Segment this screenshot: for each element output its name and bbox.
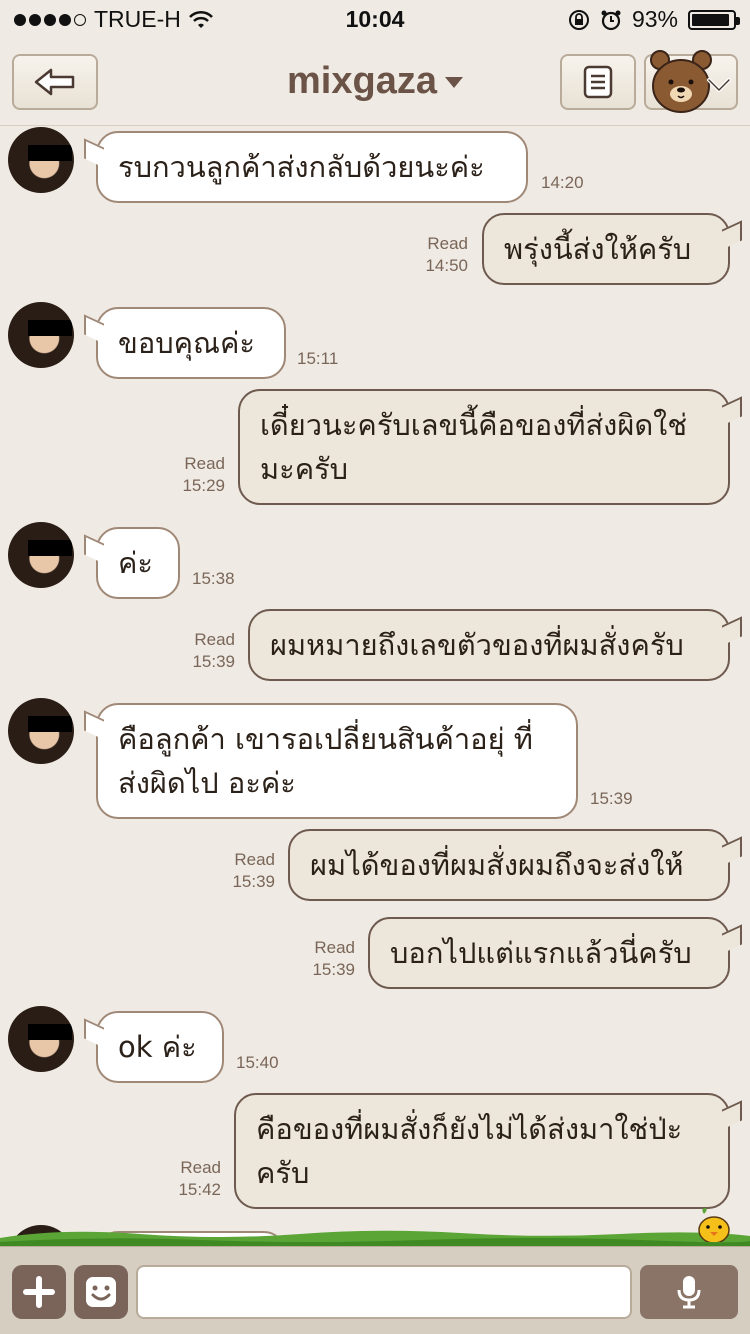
rotation-lock-icon: [568, 9, 589, 30]
read-receipt: Read: [184, 454, 225, 473]
incoming-message-bubble[interactable]: คือลูกค้า เขารอเปลี่ยนสินค้าอยุ่ ที่ส่งผ…: [84, 703, 578, 819]
battery-icon: [688, 9, 740, 30]
message-list[interactable]: รบกวนลูกค้าส่งกลับด้วยนะค่ะ 14:20 Read 1…: [0, 127, 750, 1245]
status-bar: TRUE-H 10:04 93%: [0, 0, 750, 40]
plus-icon: [23, 1276, 55, 1308]
read-receipt: Read: [194, 630, 235, 649]
menu-list-icon: [583, 65, 613, 99]
message-text: พรุ่งนี้ส่งให้ครับ: [504, 232, 692, 266]
message-time: 15:39: [232, 872, 275, 891]
battery-fill: [692, 13, 730, 26]
chevron-down-icon: [707, 78, 731, 92]
message-text: บอกไปแต่แรกแล้วนี่ครับ: [390, 936, 692, 970]
message-time: 15:42: [178, 1180, 221, 1199]
contact-avatar[interactable]: [8, 522, 74, 588]
contact-avatar[interactable]: [8, 698, 74, 764]
chevron-down-icon: [444, 77, 463, 89]
contact-avatar[interactable]: [8, 127, 74, 193]
message-text: ผมหมายถึงเลขตัวของที่ผมสั่งครับ: [270, 628, 684, 662]
message-time: 14:50: [425, 256, 468, 275]
message-time: 15:39: [312, 960, 355, 979]
chat-title-text: mixgaza: [287, 60, 437, 102]
smiley-icon: [86, 1277, 116, 1307]
voice-button[interactable]: [640, 1265, 738, 1319]
message-time: 15:11: [297, 349, 339, 368]
message-time: 15:39: [192, 652, 235, 671]
sally-chick-icon: [698, 1208, 730, 1242]
chat-title[interactable]: mixgaza: [0, 60, 750, 103]
message-input[interactable]: [136, 1265, 632, 1319]
outgoing-message-bubble[interactable]: บอกไปแต่แรกแล้วนี่ครับ: [368, 917, 742, 989]
message-text: ค่ะ: [118, 546, 153, 580]
message-text: ผมได้ของที่ผมสั่งผมถึงจะส่งให้: [310, 848, 684, 882]
message-text: รบกวนลูกค้าส่งกลับด้วยนะค่ะ: [118, 150, 485, 184]
contact-avatar[interactable]: [8, 302, 74, 368]
read-receipt: Read: [314, 938, 355, 957]
battery-percent: 93%: [631, 6, 678, 32]
outgoing-message-bubble[interactable]: เดี๋ยวนะครับเลขนี้คือของที่ส่งผิดใช่มะคร…: [238, 389, 742, 505]
incoming-message-bubble[interactable]: รบกวนลูกค้าส่งกลับด้วยนะค่ะ: [84, 131, 528, 203]
grass-decoration: [0, 1230, 750, 1248]
sticker-shop-button[interactable]: [644, 50, 738, 113]
outgoing-message-bubble[interactable]: ผมได้ของที่ผมสั่งผมถึงจะส่งให้: [288, 829, 742, 901]
message-time: 15:38: [192, 569, 235, 588]
message-text: คือลูกค้า เขารอเปลี่ยนสินค้าอยุ่ ที่ส่งผ…: [118, 722, 533, 800]
outgoing-message-bubble[interactable]: ผมหมายถึงเลขตัวของที่ผมสั่งครับ: [248, 609, 742, 681]
read-receipt: Read: [427, 234, 468, 253]
incoming-message-bubble[interactable]: ขอบคุณค่ะ: [84, 307, 286, 379]
message-text: ok ค่ะ: [118, 1030, 197, 1064]
message-text: เดี๋ยวนะครับเลขนี้คือของที่ส่งผิดใช่มะคร…: [260, 408, 687, 486]
message-text: ขอบคุณค่ะ: [118, 326, 255, 360]
outgoing-message-bubble[interactable]: คือของที่ผมสั่งก็ยังไม่ได้ส่งมาใช่ป่ะครั…: [234, 1093, 742, 1209]
message-time: 15:29: [182, 476, 225, 495]
composer-bar: [0, 1246, 750, 1334]
alarm-icon: [601, 10, 621, 30]
incoming-message-bubble[interactable]: ค่ะ: [84, 527, 180, 599]
microphone-icon: [677, 1276, 701, 1309]
contact-avatar[interactable]: [8, 1006, 74, 1072]
incoming-message-bubble[interactable]: ok ค่ะ: [84, 1011, 224, 1083]
read-receipt: Read: [180, 1158, 221, 1177]
message-time: 14:20: [541, 173, 584, 192]
message-time: 15:39: [590, 789, 633, 808]
chat-header: mixgaza: [0, 40, 750, 126]
outgoing-message-bubble[interactable]: พรุ่งนี้ส่งให้ครับ: [482, 213, 742, 285]
message-time: 15:40: [236, 1053, 279, 1072]
read-receipt: Read: [234, 850, 275, 869]
emoji-button[interactable]: [74, 1265, 128, 1319]
add-button[interactable]: [12, 1265, 66, 1319]
message-text: คือของที่ผมสั่งก็ยังไม่ได้ส่งมาใช่ป่ะครั…: [256, 1112, 683, 1190]
menu-button[interactable]: [560, 54, 636, 110]
